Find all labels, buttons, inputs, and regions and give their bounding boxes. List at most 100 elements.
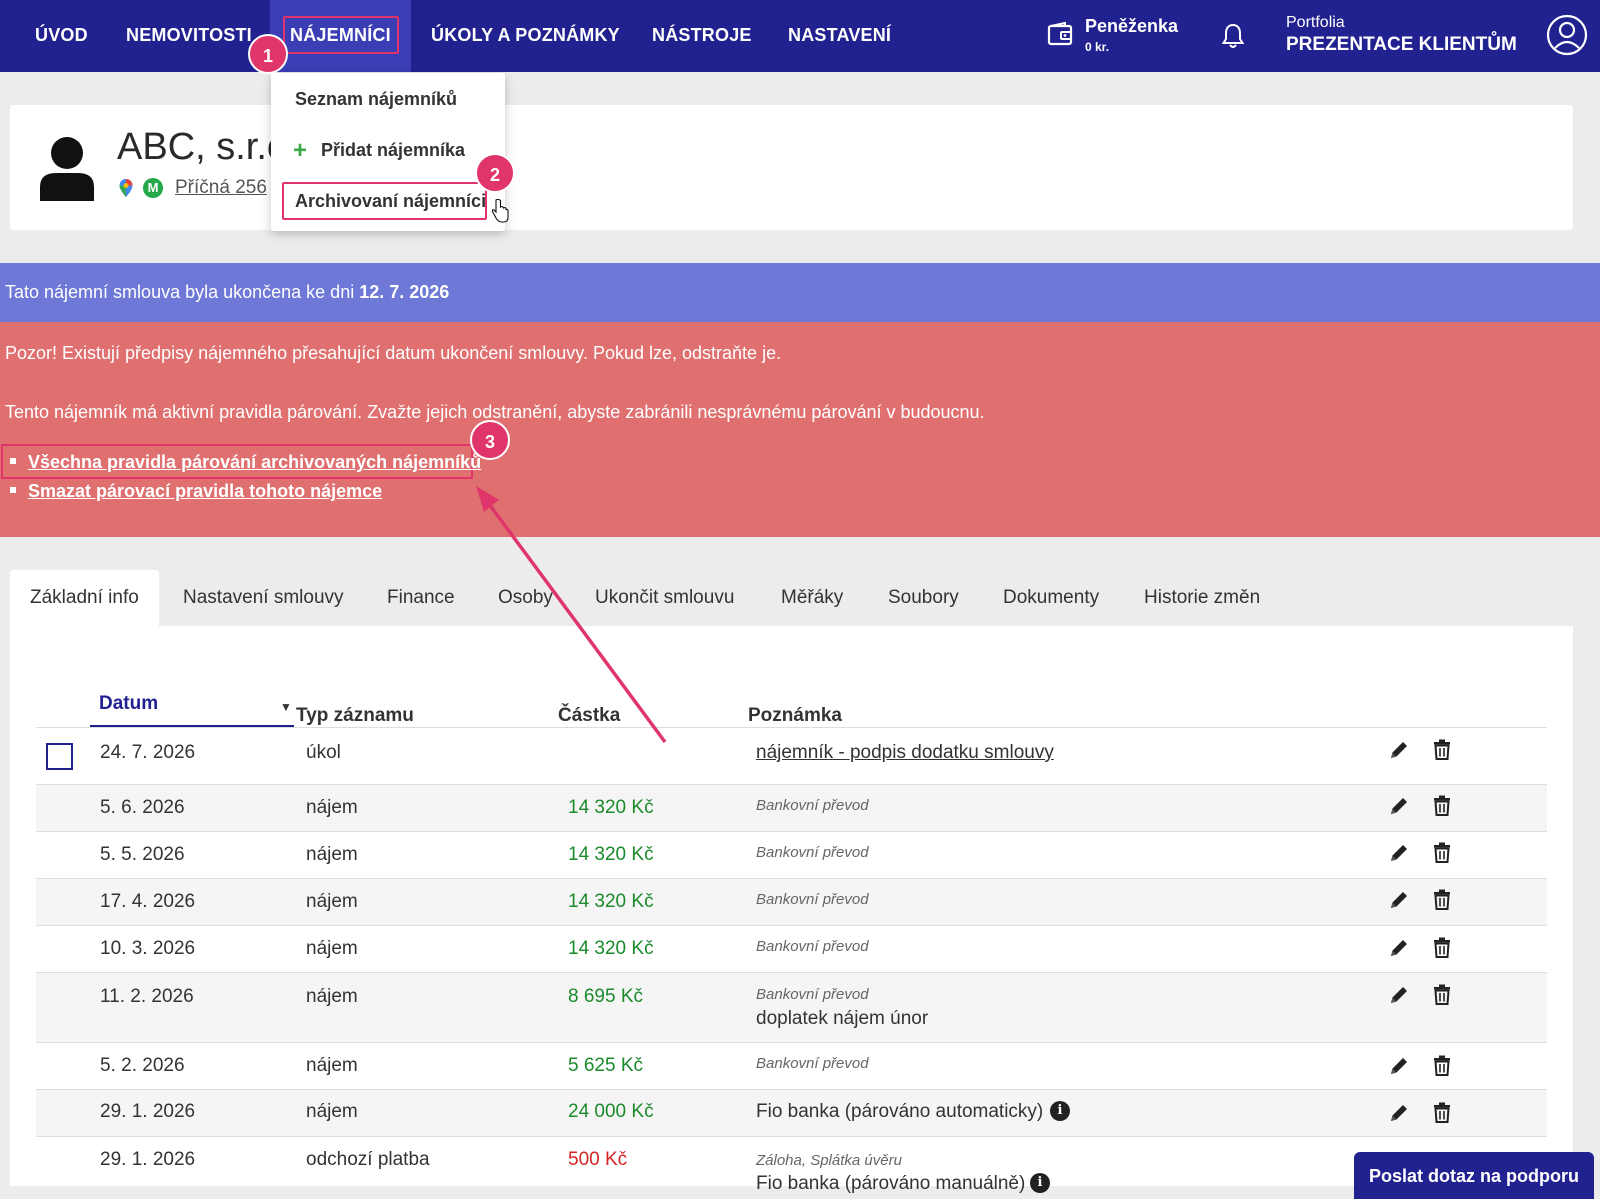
link-all-pairing-rules[interactable]: Všechna pravidla párování archivovaných … [10, 452, 481, 473]
edit-icon[interactable] [1388, 739, 1410, 761]
row-date: 5. 6. 2026 [100, 797, 185, 818]
row-amount: 8 695 Kč [568, 986, 643, 1007]
tab-meraky[interactable]: Měřáky [781, 570, 843, 626]
tab-historie-zmen[interactable]: Historie změn [1144, 570, 1260, 626]
row-type: nájem [306, 1055, 358, 1076]
header-date[interactable]: Datum [99, 693, 158, 715]
bell-icon[interactable] [1220, 22, 1246, 50]
row-date: 5. 2. 2026 [100, 1055, 185, 1076]
task-checkbox[interactable] [46, 743, 73, 770]
tenant-address[interactable]: Příčná 256 [175, 177, 271, 199]
nav-ukoly[interactable]: ÚKOLY A POZNÁMKY [431, 0, 620, 72]
row-note: Bankovní převod [756, 938, 869, 955]
table-row[interactable]: 29. 1. 2026 nájem 24 000 Kč Fio banka (p… [36, 1090, 1547, 1137]
trash-icon[interactable] [1432, 888, 1452, 910]
dropdown-pridat[interactable]: Přidat nájemníka [321, 140, 465, 161]
header-type[interactable]: Typ záznamu [296, 705, 414, 727]
table-row[interactable]: 17. 4. 2026 nájem 14 320 Kč Bankovní pře… [36, 879, 1547, 926]
edit-icon[interactable] [1388, 1055, 1410, 1077]
row-note: Bankovní převod [756, 797, 869, 814]
trash-icon[interactable] [1432, 936, 1452, 958]
row-type: nájem [306, 938, 358, 959]
row-date: 5. 5. 2026 [100, 844, 185, 865]
nav-uvod[interactable]: ÚVOD [35, 0, 88, 72]
map-pin-icon[interactable] [118, 178, 134, 198]
table-row[interactable]: 5. 2. 2026 nájem 5 625 Kč Bankovní převo… [36, 1043, 1547, 1090]
tab-zakladni-info[interactable]: Základní info [10, 570, 159, 626]
tab-nastaveni-smlouvy[interactable]: Nastavení smlouvy [183, 570, 344, 626]
trash-icon[interactable] [1432, 738, 1452, 760]
edit-icon[interactable] [1388, 1102, 1410, 1124]
nav-nemovitosti[interactable]: NEMOVITOSTI [126, 0, 252, 72]
table-row[interactable]: 24. 7. 2026 úkol nájemník - podpis dodat… [36, 728, 1547, 785]
row-note-detail: doplatek nájem únor [756, 1008, 929, 1029]
avatar-icon [40, 137, 94, 201]
header-amount[interactable]: Částka [558, 705, 620, 727]
sort-arrow-icon[interactable]: ▼ [280, 700, 292, 714]
nav-nastroje[interactable]: NÁSTROJE [652, 0, 752, 72]
tab-soubory[interactable]: Soubory [888, 570, 959, 626]
table-row[interactable]: 5. 6. 2026 nájem 14 320 Kč Bankovní přev… [36, 785, 1547, 832]
tab-osoby[interactable]: Osoby [498, 570, 553, 626]
pointer-cursor-icon [491, 199, 509, 223]
link-delete-pairing-rules[interactable]: Smazat párovací pravidla tohoto nájemce [10, 481, 382, 502]
row-note: Bankovní převod [756, 986, 869, 1003]
user-icon[interactable] [1546, 14, 1588, 56]
edit-icon[interactable] [1388, 984, 1410, 1006]
dropdown-archivovani[interactable]: Archivovaní nájemníci [295, 191, 486, 212]
info-icon[interactable]: i [1050, 1101, 1070, 1121]
portfolio-name[interactable]: PREZENTACE KLIENTŮM [1286, 34, 1517, 56]
support-button[interactable]: Poslat dotaz na podporu [1354, 1152, 1594, 1199]
table-row[interactable]: 10. 3. 2026 nájem 14 320 Kč Bankovní pře… [36, 926, 1547, 973]
row-date: 17. 4. 2026 [100, 891, 196, 912]
edit-icon[interactable] [1388, 937, 1410, 959]
plus-icon: + [293, 137, 308, 164]
dropdown-seznam[interactable]: Seznam nájemníků [295, 89, 457, 110]
trash-icon[interactable] [1432, 1054, 1452, 1076]
step-badge-1: 1 [248, 34, 288, 74]
table-row[interactable]: 5. 5. 2026 nájem 14 320 Kč Bankovní přev… [36, 832, 1547, 879]
wallet-icon[interactable] [1046, 20, 1074, 48]
contract-ended-text: Tato nájemní smlouva byla ukončena ke dn… [5, 282, 360, 302]
edit-icon[interactable] [1388, 795, 1410, 817]
trash-icon[interactable] [1432, 1101, 1452, 1123]
edit-icon[interactable] [1388, 842, 1410, 864]
edit-icon[interactable] [1388, 889, 1410, 911]
m-icon[interactable]: M [143, 178, 163, 198]
trash-icon[interactable] [1432, 841, 1452, 863]
warning-banner: Pozor! Existují předpisy nájemného přesa… [0, 322, 1600, 537]
najemnici-dropdown: Seznam nájemníků + Přidat nájemníka Arch… [271, 73, 505, 231]
step-badge-3: 3 [470, 420, 510, 460]
tab-ukoncit-smlouvu[interactable]: Ukončit smlouvu [595, 570, 734, 626]
row-type: nájem [306, 891, 358, 912]
trash-icon[interactable] [1432, 794, 1452, 816]
row-amount: 5 625 Kč [568, 1055, 643, 1076]
row-date: 29. 1. 2026 [100, 1149, 196, 1170]
row-amount: 14 320 Kč [568, 797, 654, 818]
tab-finance[interactable]: Finance [387, 570, 455, 626]
warning-line-1: Pozor! Existují předpisy nájemného přesa… [5, 343, 782, 363]
contract-ended-banner: Tato nájemní smlouva byla ukončena ke dn… [0, 263, 1600, 322]
row-type: úkol [306, 742, 341, 763]
table-row[interactable]: 11. 2. 2026 nájem 8 695 Kč Bankovní přev… [36, 973, 1547, 1043]
row-note: Bankovní převod [756, 891, 869, 908]
table-row[interactable]: 29. 1. 2026 odchozí platba 500 Kč Záloha… [36, 1137, 1547, 1199]
tabs: Základní info Nastavení smlouvy Finance … [10, 570, 1573, 626]
tenant-name: ABC, s.r.o. [117, 126, 272, 168]
row-note: Bankovní převod [756, 1055, 869, 1072]
header-note[interactable]: Poznámka [748, 705, 842, 727]
row-date: 10. 3. 2026 [100, 938, 196, 959]
row-amount: 14 320 Kč [568, 891, 654, 912]
row-note-link[interactable]: nájemník - podpis dodatku smlouvy [756, 742, 1054, 764]
nav-active-highlight [283, 16, 399, 54]
wallet-title[interactable]: Peněženka [1085, 16, 1178, 37]
row-amount: 500 Kč [568, 1149, 628, 1170]
row-note: Záloha, Splátka úvěru [756, 1152, 902, 1169]
contract-ended-date: 12. 7. 2026 [359, 282, 450, 302]
step-badge-2: 2 [475, 153, 515, 193]
wallet-amount: 0 kr. [1085, 40, 1110, 54]
nav-nastaveni[interactable]: NASTAVENÍ [788, 0, 891, 72]
tab-dokumenty[interactable]: Dokumenty [1003, 570, 1099, 626]
trash-icon[interactable] [1432, 983, 1452, 1005]
info-icon[interactable]: i [1030, 1173, 1050, 1193]
